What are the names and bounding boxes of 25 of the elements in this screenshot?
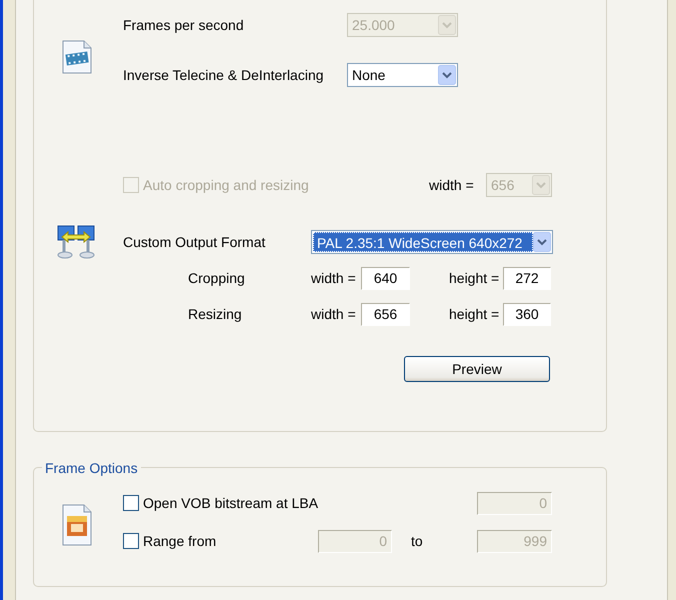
field-label: height = — [449, 268, 500, 288]
field-label: to — [410, 532, 424, 550]
field-label: width = — [429, 176, 475, 194]
deinterlacing-dropdown[interactable]: None — [347, 63, 458, 87]
film-document-icon — [60, 40, 94, 74]
input-field[interactable]: 360 — [503, 302, 551, 326]
picture-document-icon — [61, 504, 93, 546]
field-label: Frames per second — [123, 16, 245, 35]
preview-button[interactable]: Preview — [404, 356, 550, 382]
checkbox-label: Range from — [143, 532, 216, 551]
field-label: Cropping — [188, 268, 246, 288]
checkbox[interactable] — [123, 495, 139, 511]
input-field[interactable]: 640 — [361, 266, 410, 290]
field-label: Custom Output Format — [123, 232, 266, 252]
field-label: width = — [311, 268, 357, 288]
input-field[interactable]: 656 — [361, 302, 410, 326]
field-label: Inverse Telecine & DeInterlacing — [123, 66, 325, 85]
checkbox-label: Auto cropping and resizing — [143, 176, 309, 195]
checkbox[interactable] — [123, 533, 139, 549]
output-format-dropdown[interactable]: PAL 2.35:1 WideScreen 640x272 — [311, 230, 553, 254]
field-label: Resizing — [188, 304, 243, 324]
field-label: height = — [449, 304, 500, 324]
input-field[interactable]: 272 — [503, 266, 551, 290]
field-label: width = — [311, 304, 357, 324]
checkbox-label: Open VOB bitstream at LBA — [143, 494, 318, 513]
